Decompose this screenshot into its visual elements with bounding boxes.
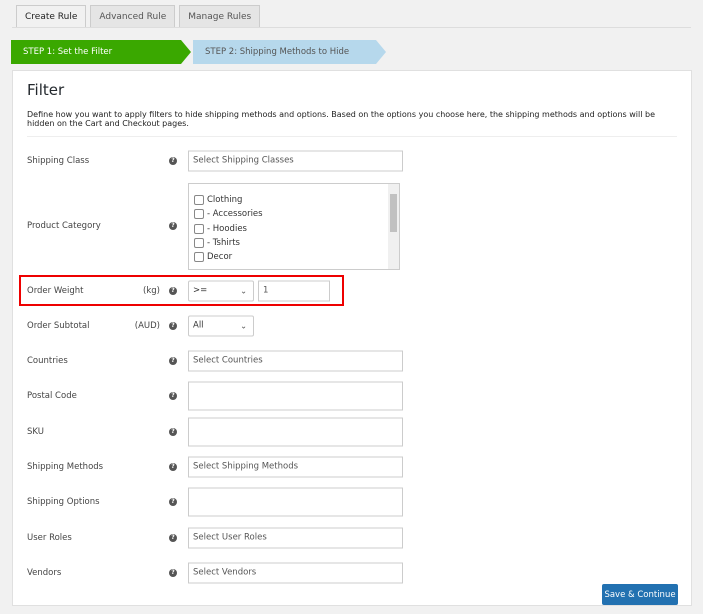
help-icon[interactable]: ?	[169, 392, 177, 400]
scrollbar[interactable]	[388, 184, 399, 269]
tab-advanced-rule[interactable]: Advanced Rule	[90, 5, 176, 27]
label: Product Category	[27, 221, 101, 231]
checkbox[interactable]	[194, 238, 204, 249]
label: Vendors	[27, 568, 62, 578]
subtotal-select[interactable]: All ⌄	[188, 315, 254, 337]
weight-value-input[interactable]: 1	[258, 280, 330, 302]
label: User Roles	[27, 533, 72, 543]
unit: (kg)	[143, 286, 160, 296]
selected-value: >=	[193, 285, 208, 296]
list-item[interactable]: Decor	[194, 250, 399, 264]
divider	[12, 27, 691, 28]
checkbox[interactable]	[194, 209, 204, 220]
save-continue-button[interactable]: Save & Continue	[602, 584, 678, 605]
weight-operator-select[interactable]: >= ⌄	[188, 280, 254, 302]
option-label: - Hoodies	[207, 223, 247, 234]
step-1[interactable]: STEP 1: Set the Filter	[11, 40, 191, 64]
list-item[interactable]: - Tshirts	[194, 236, 399, 250]
help-icon[interactable]: ?	[169, 569, 177, 577]
checkbox[interactable]	[194, 223, 204, 234]
shipping-options-textarea[interactable]	[188, 487, 403, 517]
label: Order Weight	[27, 286, 84, 296]
user-roles-input[interactable]: Select User Roles	[188, 527, 403, 549]
scrollbar-thumb[interactable]	[390, 194, 397, 232]
help-icon[interactable]: ?	[169, 157, 177, 165]
shipping-methods-input[interactable]: Select Shipping Methods	[188, 456, 403, 478]
list-item[interactable]: - Hoodies	[194, 222, 399, 236]
countries-input[interactable]: Select Countries	[188, 350, 403, 372]
checkbox[interactable]	[194, 195, 204, 206]
unit: (AUD)	[134, 321, 160, 331]
list-item[interactable]: Clothing	[194, 193, 399, 207]
tab-create-rule[interactable]: Create Rule	[16, 5, 87, 27]
help-icon[interactable]: ?	[169, 357, 177, 365]
chevron-down-icon: ⌄	[240, 321, 247, 331]
tab-bar: Create Rule Advanced Rule Manage Rules	[16, 5, 261, 27]
help-icon[interactable]: ?	[169, 463, 177, 471]
option-label: Clothing	[207, 195, 243, 206]
help-icon[interactable]: ?	[169, 322, 177, 330]
label: Countries	[27, 356, 68, 366]
tab-manage-rules[interactable]: Manage Rules	[179, 5, 261, 27]
vendors-input[interactable]: Select Vendors	[188, 562, 403, 584]
filter-panel: Filter Define how you want to apply filt…	[12, 70, 692, 606]
label: Postal Code	[27, 391, 77, 401]
sku-textarea[interactable]	[188, 417, 403, 447]
help-icon[interactable]: ?	[169, 534, 177, 542]
step-2[interactable]: STEP 2: Shipping Methods to Hide	[193, 40, 386, 64]
shipping-class-input[interactable]: Select Shipping Classes	[188, 150, 403, 172]
help-icon[interactable]: ?	[169, 428, 177, 436]
checkbox[interactable]	[194, 252, 204, 263]
label: Shipping Options	[27, 497, 100, 507]
selected-value: All	[193, 320, 204, 331]
page-title: Filter	[27, 81, 65, 99]
help-icon[interactable]: ?	[169, 222, 177, 230]
help-icon[interactable]: ?	[169, 498, 177, 506]
option-label: Decor	[207, 252, 233, 263]
postal-code-textarea[interactable]	[188, 381, 403, 411]
option-label: - Tshirts	[207, 238, 240, 249]
list-item[interactable]: - Accessories	[194, 207, 399, 221]
label: Shipping Methods	[27, 462, 104, 472]
product-category-list[interactable]: Clothing - Accessories - Hoodies - Tshir…	[188, 183, 400, 270]
option-label: - Accessories	[207, 209, 263, 220]
label: Order Subtotal	[27, 321, 90, 331]
help-icon[interactable]: ?	[169, 287, 177, 295]
label: SKU	[27, 427, 44, 437]
description: Define how you want to apply filters to …	[27, 110, 677, 137]
label: Shipping Class	[27, 156, 90, 166]
chevron-down-icon: ⌄	[240, 286, 247, 296]
